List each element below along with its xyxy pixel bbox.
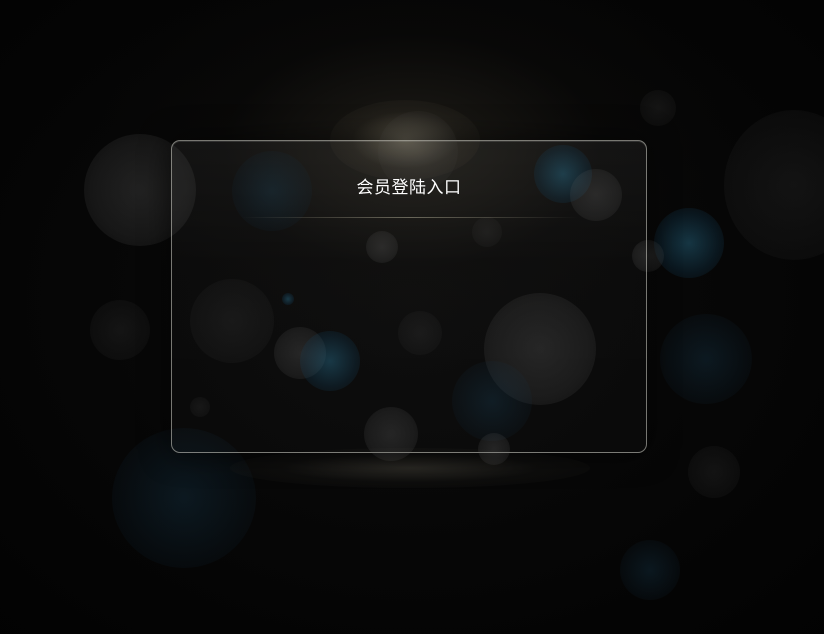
bokeh-light [640,90,676,126]
bokeh-light [190,279,274,363]
bokeh-light [620,540,680,600]
panel-floor-glow [230,448,590,488]
bokeh-light [472,217,502,247]
bokeh-light [366,231,398,263]
bokeh-light [484,293,596,405]
bokeh-light [688,446,740,498]
bokeh-light [660,314,752,404]
bokeh-light [724,110,824,260]
bokeh-light [654,208,724,278]
bokeh-light [398,311,442,355]
bokeh-light [274,327,326,379]
bokeh-light [282,293,294,305]
title-divider [242,217,578,218]
login-page-background: 会员登陆入口 [0,0,824,634]
bokeh-light [300,331,360,391]
bokeh-light [90,300,150,360]
login-title: 会员登陆入口 [356,178,462,198]
bokeh-light [190,397,210,417]
login-panel: 会员登陆入口 [171,111,647,465]
bokeh-light [364,407,418,461]
bokeh-light [452,361,532,441]
